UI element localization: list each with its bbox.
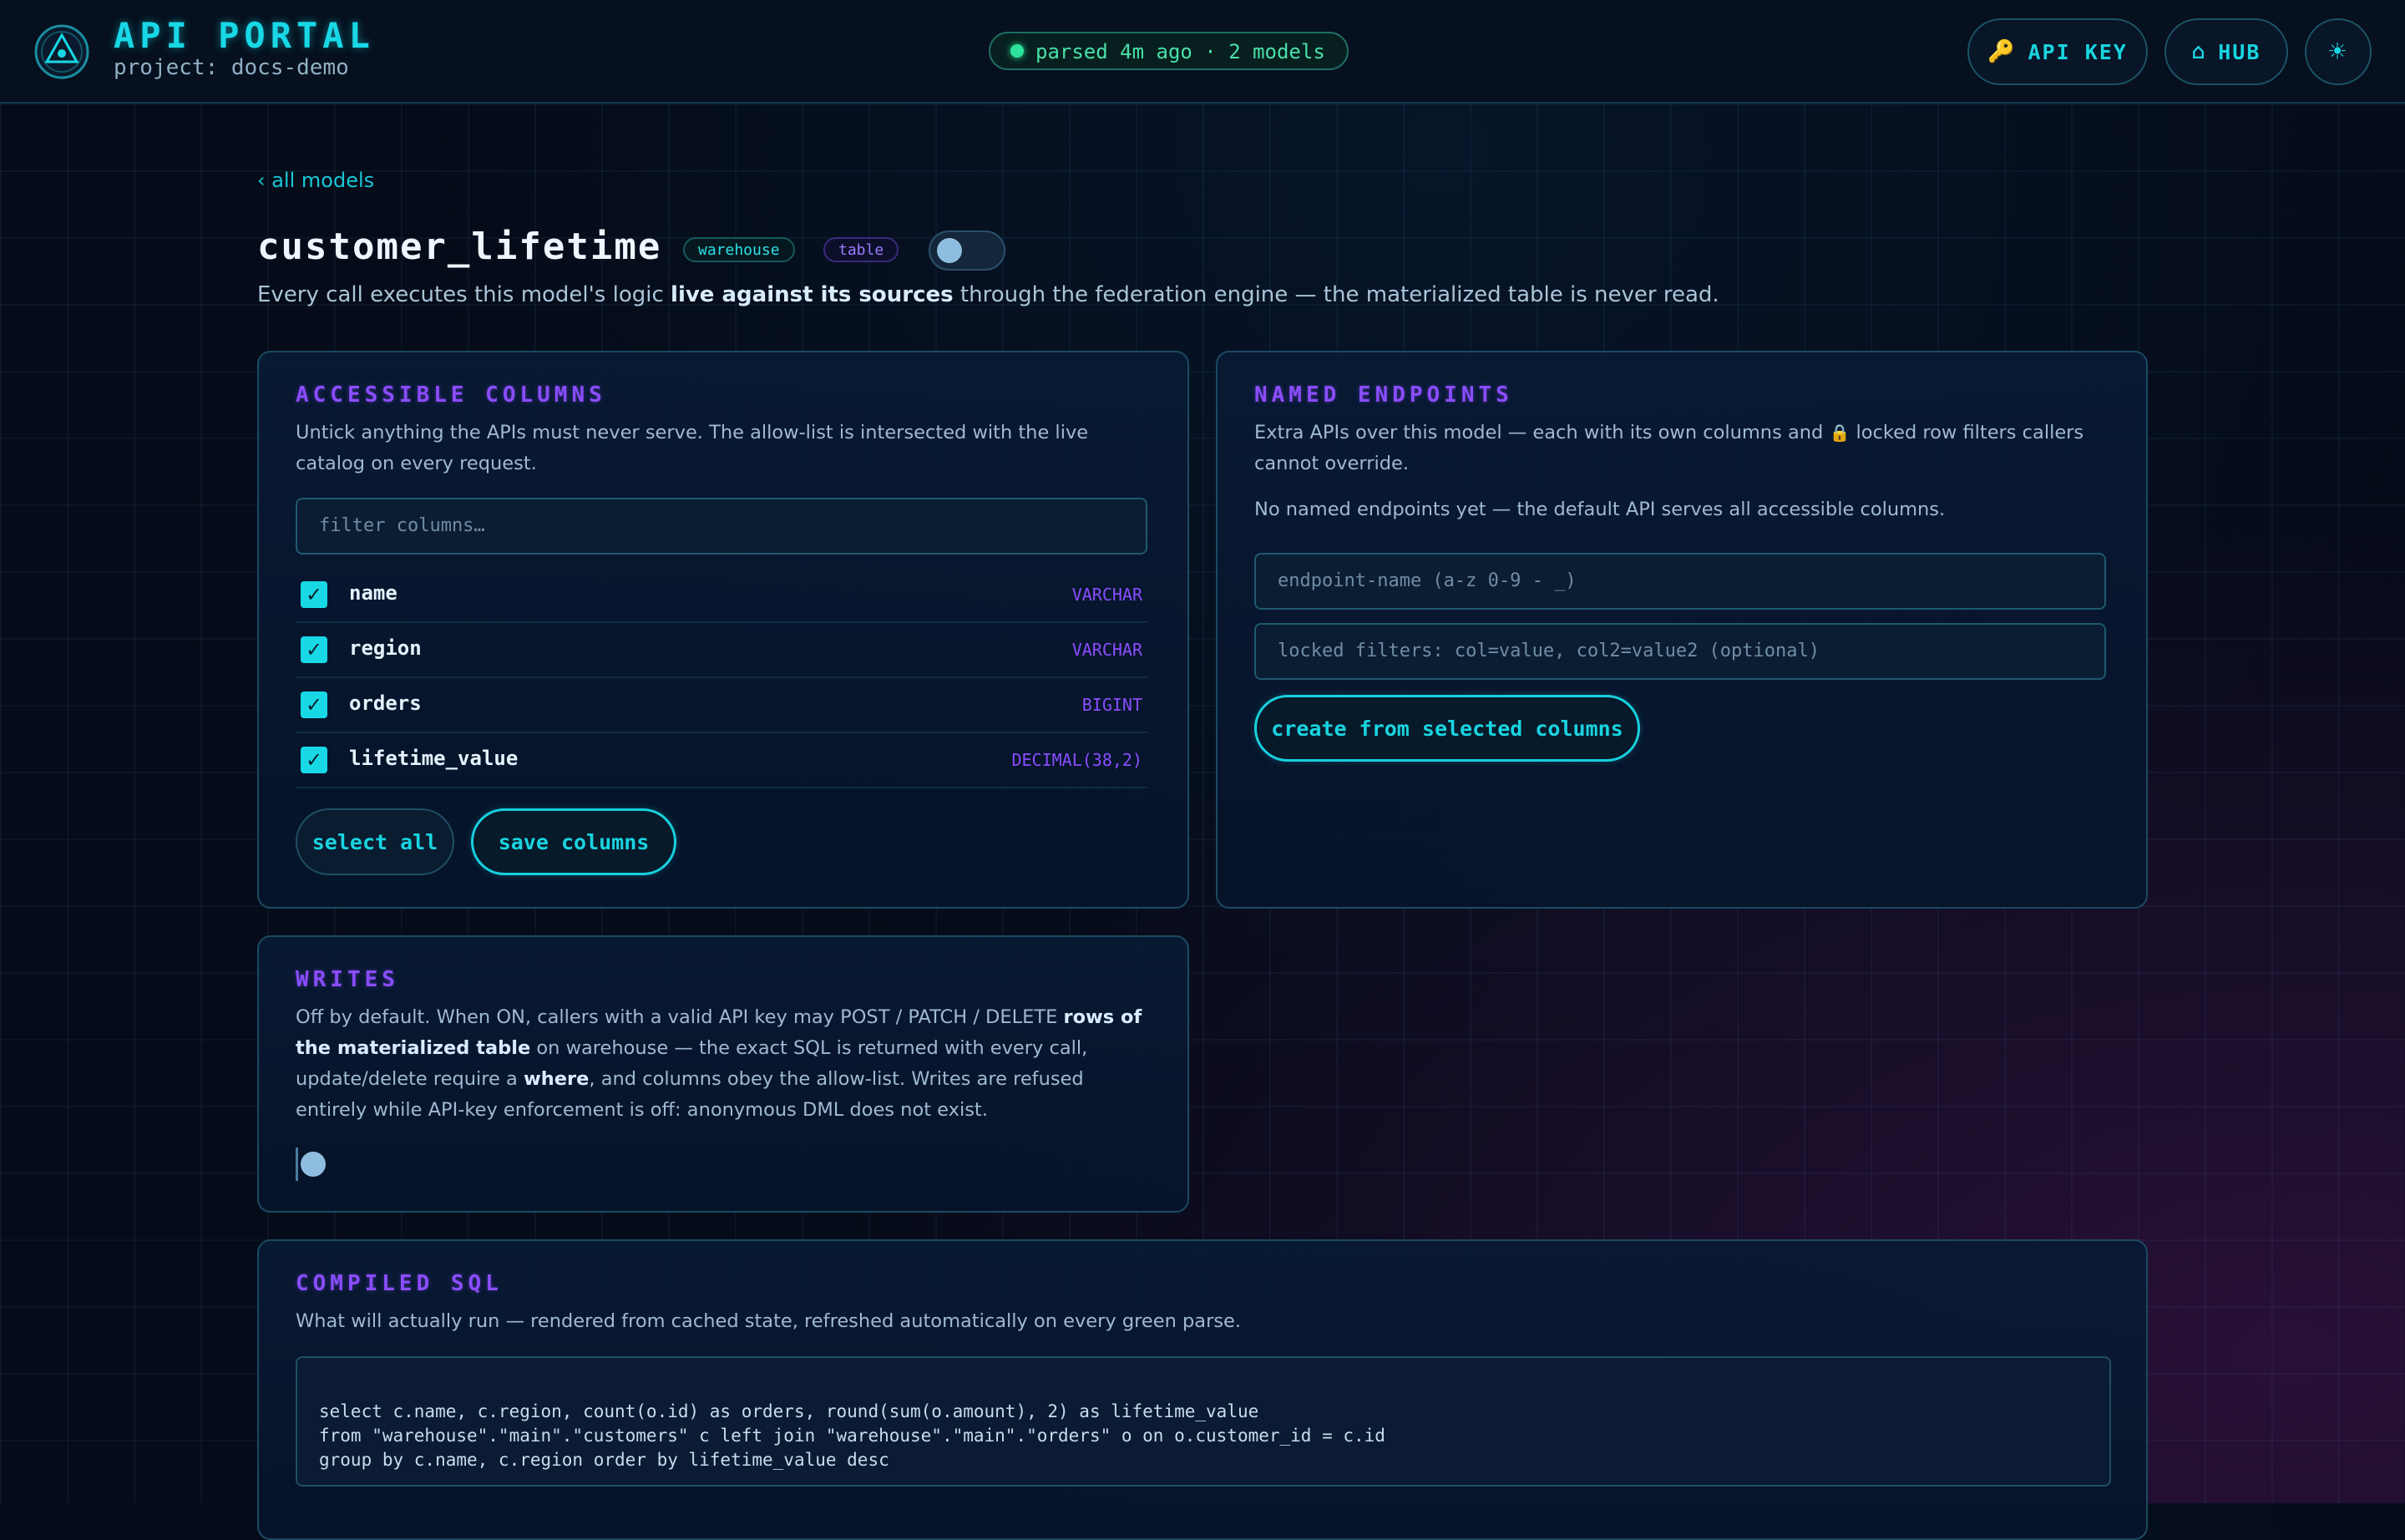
hub-button[interactable]: ⌂ HUB (2164, 18, 2288, 85)
writes-toggle[interactable] (296, 1147, 326, 1181)
endpoint-name-input[interactable]: endpoint-name (a-z 0-9 - _) (1254, 553, 2106, 610)
sql-line: select c.name, c.region, count(o.id) as … (319, 1401, 1259, 1421)
accessible-columns-card: ACCESSIBLE COLUMNS Untick anything the A… (257, 351, 1189, 909)
accessible-columns-description: Untick anything the APIs must never serv… (296, 422, 1089, 474)
lock-icon: 🔒 (1829, 423, 1851, 443)
column-checkbox[interactable]: ✓ (301, 691, 327, 718)
column-row: ✓ orders BIGINT (296, 676, 1147, 733)
create-endpoint-button[interactable]: create from selected columns (1254, 695, 1640, 762)
compiled-sql-code: select c.name, c.region, count(o.id) as … (296, 1356, 2111, 1487)
key-icon: 🔑 (1987, 39, 2017, 64)
writes-card: WRITES Off by default. When ON, callers … (257, 935, 1189, 1213)
hub-label: HUB (2218, 39, 2261, 64)
filter-columns-input[interactable]: filter columns… (296, 498, 1147, 555)
sql-line: from "warehouse"."main"."customers" c le… (319, 1426, 1385, 1446)
app-title: API PORTAL (114, 15, 375, 56)
accessible-columns-title: ACCESSIBLE COLUMNS (296, 382, 606, 408)
toggle-knob (937, 238, 962, 263)
column-name: name (349, 581, 397, 605)
compiled-sql-description: What will actually run — rendered from c… (296, 1310, 1242, 1332)
toggle-track (296, 1147, 298, 1181)
model-api-toggle[interactable] (929, 230, 1005, 271)
api-key-label: API KEY (2028, 39, 2128, 64)
status-dot-icon (1010, 44, 1024, 58)
parse-status-badge: parsed 4m ago · 2 models (989, 32, 1349, 70)
column-name: region (349, 636, 422, 660)
writes-description: Off by default. When ON, callers with a … (296, 1002, 1147, 1126)
model-description-text-end: through the federation engine — the mate… (953, 282, 1719, 307)
column-checkbox[interactable]: ✓ (301, 581, 327, 608)
project-name: project: docs-demo (114, 55, 349, 80)
named-endpoints-title: NAMED ENDPOINTS (1254, 382, 1513, 408)
compiled-sql-card: COMPILED SQL What will actually run — re… (257, 1239, 2148, 1540)
api-key-button[interactable]: 🔑 API KEY (1967, 18, 2148, 85)
column-type: VARCHAR (1071, 585, 1142, 605)
back-to-all-models-link[interactable]: ‹ all models (257, 169, 374, 192)
writes-text: Off by default. When ON, callers with a … (296, 1006, 1064, 1028)
column-row: ✓ region VARCHAR (296, 621, 1147, 678)
column-checkbox[interactable]: ✓ (301, 747, 327, 773)
parse-status-text: parsed 4m ago · 2 models (1035, 40, 1325, 63)
model-title: customer_lifetime (257, 225, 662, 268)
select-all-button[interactable]: select all (296, 808, 454, 875)
named-endpoints-description: Extra APIs over this model — each with i… (1254, 418, 2106, 479)
model-description: Every call executes this model's logic l… (257, 282, 1719, 307)
top-bar: API PORTAL project: docs-demo parsed 4m … (0, 0, 2405, 104)
writes-emphasis-where: where (523, 1068, 590, 1090)
column-type: VARCHAR (1071, 640, 1142, 660)
column-type: BIGINT (1081, 695, 1142, 715)
named-endpoints-description-text: Extra APIs over this model — each with i… (1254, 422, 1824, 443)
column-type: DECIMAL(38,2) (1011, 750, 1142, 770)
toggle-knob (301, 1152, 326, 1177)
no-endpoints-message: No named endpoints yet — the default API… (1254, 499, 1946, 520)
sql-line: group by c.name, c.region order by lifet… (319, 1450, 889, 1470)
materialization-tag: table (823, 237, 899, 262)
model-description-text: Every call executes this model's logic (257, 282, 671, 307)
model-description-emphasis: live against its sources (671, 282, 954, 307)
column-row: ✓ name VARCHAR (296, 566, 1147, 623)
source-tag: warehouse (683, 237, 795, 262)
writes-title: WRITES (296, 967, 399, 992)
locked-filters-input[interactable]: locked filters: col=value, col2=value2 (… (1254, 623, 2106, 680)
column-name: lifetime_value (349, 747, 519, 770)
sun-icon: ☀ (2328, 35, 2348, 68)
theme-toggle-button[interactable]: ☀ (2305, 18, 2372, 85)
compiled-sql-title: COMPILED SQL (296, 1271, 503, 1296)
column-name: orders (349, 691, 422, 715)
named-endpoints-card: NAMED ENDPOINTS Extra APIs over this mod… (1216, 351, 2148, 909)
portal-logo-icon (34, 24, 89, 79)
column-checkbox[interactable]: ✓ (301, 636, 327, 663)
save-columns-button[interactable]: save columns (471, 808, 676, 875)
home-icon: ⌂ (2191, 39, 2207, 64)
column-row: ✓ lifetime_value DECIMAL(38,2) (296, 732, 1147, 788)
